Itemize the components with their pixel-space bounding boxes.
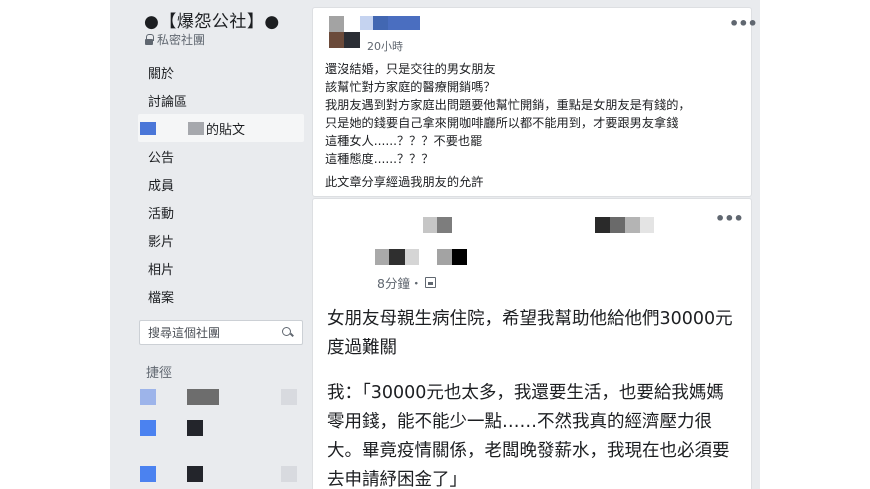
sidebar-item-label: 影片: [148, 234, 175, 250]
post-line: 只是她的錢要自己拿來開咖啡廳所以都不能用到，才要跟男友拿錢: [325, 116, 679, 130]
redacted-name: [610, 217, 625, 233]
redacted-name: [437, 249, 452, 265]
post-line: 大。畢竟疫情關係，老闆晚發薪水，我現在也必須要: [327, 441, 730, 461]
redacted-name: [405, 249, 419, 265]
shortcut-item[interactable]: [140, 420, 300, 438]
group-privacy-label: 私密社團: [157, 33, 206, 47]
redacted-name: [158, 121, 186, 135]
shortcut-item[interactable]: [140, 389, 300, 407]
post-line: 這種女人......？？？不要也罷: [325, 134, 483, 148]
group-search-input[interactable]: 搜尋這個社團: [139, 320, 303, 345]
audience-icon[interactable]: [425, 277, 437, 288]
post-line: 女朋友母親生病住院，希望我幫助他給他們30000元: [327, 309, 733, 329]
sidebar-item-label: 的貼文: [206, 122, 246, 138]
shortcuts-title: 捷徑: [146, 366, 173, 381]
post-paragraph: 女朋友母親生病住院，希望我幫助他給他們30000元 度過難關: [327, 305, 747, 363]
redacted-name: [375, 249, 389, 265]
screenshot-frame: ●【爆怨公社】● 私密社團 關於 討論區 的貼文 公告 成員 活動 影片 相片 …: [110, 0, 760, 489]
shortcut-avatar: [140, 466, 156, 482]
redacted-name: [595, 217, 610, 233]
sidebar-item-about[interactable]: 關於: [138, 58, 304, 86]
group-sidebar: ●【爆怨公社】● 私密社團 關於 討論區 的貼文 公告 成員 活動 影片 相片 …: [110, 0, 310, 489]
sidebar-item-members[interactable]: 成員: [138, 170, 304, 198]
group-name[interactable]: ●【爆怨公社】●: [144, 7, 280, 32]
post-line: 還沒結婚，只是交往的男女朋友: [325, 62, 496, 76]
post-note: 此文章分享經過我朋友的允許: [325, 175, 484, 189]
sidebar-item-label: 公告: [148, 150, 175, 166]
group-privacy: 私密社團: [144, 31, 205, 48]
sidebar-item-label: 成員: [148, 178, 175, 194]
post-paragraph: 我：「30000元也太多，我還要生活，也要給我媽媽 零用錢，能不能少一點……不然…: [327, 379, 747, 489]
sidebar-item-photos[interactable]: 相片: [138, 254, 304, 282]
redacted-name: [187, 466, 203, 482]
sidebar-item-label: 討論區: [148, 94, 188, 110]
sidebar-item-label: 活動: [148, 206, 175, 222]
shortcut-item[interactable]: [140, 466, 300, 484]
more-options-icon[interactable]: •••: [715, 209, 744, 228]
post-line: 這種態度......？？？: [325, 152, 434, 166]
sidebar-item-discussion[interactable]: 討論區: [138, 86, 304, 114]
redacted-avatar: [329, 16, 344, 32]
redacted-name: [140, 121, 156, 135]
redacted-avatar: [344, 32, 360, 48]
post-timestamp[interactable]: 20小時: [367, 38, 403, 54]
post-line: 零用錢，能不能少一點……不然我真的經濟壓力很: [327, 412, 712, 432]
redacted-name[interactable]: [388, 16, 420, 30]
post-body: 還沒結婚，只是交往的男女朋友 該幫忙對方家庭的醫療開銷嗎？ 我朋友遇到對方家庭出…: [325, 60, 745, 168]
redacted-name: [423, 217, 437, 233]
shortcut-badge: [281, 466, 297, 482]
shared-post-card: 20小時 ••• 還沒結婚，只是交往的男女朋友 該幫忙對方家庭的醫療開銷嗎？ 我…: [312, 7, 758, 197]
post-line: 去申請紓困金了」: [327, 470, 467, 489]
shortcut-avatar: [140, 420, 156, 436]
sidebar-item-member-posts[interactable]: 的貼文: [138, 114, 304, 142]
redacted-name: [360, 16, 373, 30]
redacted-name: [187, 389, 219, 405]
shortcut-avatar: [140, 389, 156, 405]
post-line: 我朋友遇到對方家庭出問題要他幫忙開銷，重點是女朋友是有錢的，: [325, 98, 691, 112]
post-line: 我：「30000元也太多，我還要生活，也要給我媽媽: [327, 383, 724, 403]
sidebar-item-label: 關於: [148, 66, 175, 82]
shortcut-badge: [281, 389, 297, 405]
redacted-name: [187, 420, 203, 436]
search-icon[interactable]: [282, 327, 293, 338]
lock-icon: [144, 34, 154, 45]
redacted-name: [452, 249, 467, 265]
post-card: ••• 8分鐘・ 女朋友母親生病住院，希望我幫助他給他們30000元 度過難關 …: [312, 198, 752, 489]
sidebar-nav: 關於 討論區 的貼文 公告 成員 活動 影片 相片 檔案: [138, 58, 304, 310]
post-time-label: 8分鐘・: [377, 276, 423, 291]
redacted-name[interactable]: [373, 16, 388, 30]
search-placeholder: 搜尋這個社團: [148, 326, 221, 340]
sidebar-item-files[interactable]: 檔案: [138, 282, 304, 310]
redacted-name: [389, 249, 405, 265]
redacted-name: [625, 217, 640, 233]
redacted-avatar: [329, 32, 344, 48]
sidebar-item-videos[interactable]: 影片: [138, 226, 304, 254]
redacted-name: [640, 217, 654, 233]
shortcut-badge: [281, 420, 297, 436]
more-options-icon[interactable]: •••: [729, 14, 758, 33]
post-text: 女朋友母親生病住院，希望我幫助他給他們30000元 度過難關 我：「30000元…: [327, 305, 747, 489]
post-line: 度過難關: [327, 338, 397, 358]
sidebar-item-label: 檔案: [148, 290, 175, 306]
sidebar-item-events[interactable]: 活動: [138, 198, 304, 226]
redacted-name: [437, 217, 452, 233]
sidebar-item-announcements[interactable]: 公告: [138, 142, 304, 170]
post-line: 該幫忙對方家庭的醫療開銷嗎？: [325, 80, 496, 94]
sidebar-item-label: 相片: [148, 262, 175, 278]
post-timestamp[interactable]: 8分鐘・: [377, 273, 437, 292]
redacted-name: [188, 121, 204, 135]
